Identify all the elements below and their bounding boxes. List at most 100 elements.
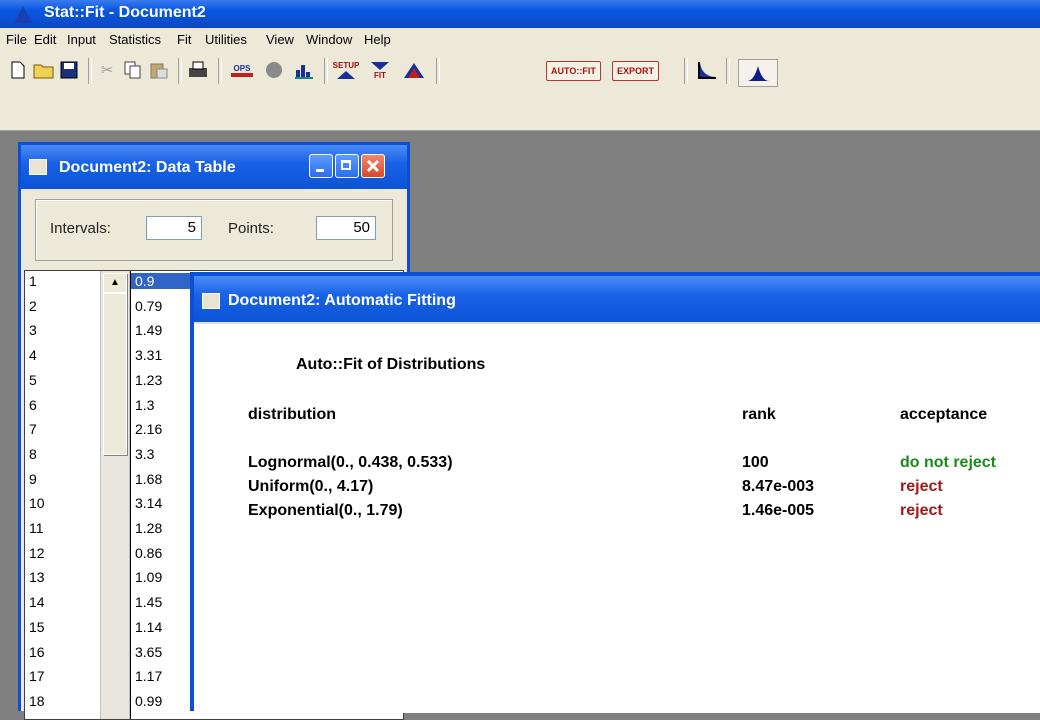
setup-icon[interactable]: SETUP [332,59,360,81]
toolbar-separator [324,58,328,84]
ops-icon[interactable]: OPS [228,59,256,81]
menu-utilities[interactable]: Utilities [205,32,247,47]
intervals-label: Intervals: [50,220,111,237]
menu-help[interactable]: Help [364,32,391,47]
row-value[interactable]: 1.28 [135,520,162,536]
row-index: 11 [29,520,44,536]
menu-edit[interactable]: Edit [34,32,56,47]
result-rank: 100 [742,454,769,471]
row-index: 4 [29,347,37,364]
row-index: 8 [29,445,37,462]
points-input[interactable]: 50 [316,216,376,240]
row-index: 1 [29,273,37,289]
auto-fit-heading: Auto::Fit of Distributions [296,356,486,373]
open-folder-icon[interactable] [32,59,56,81]
row-value[interactable]: 1.17 [135,668,162,684]
intervals-panel: Intervals: 5 Points: 50 [35,199,393,261]
distribution-column-header: distribution [248,406,336,423]
row-value[interactable]: 1.23 [135,372,162,388]
points-label: Points: [228,220,274,237]
minimize-button[interactable] [309,154,333,178]
menu-bar: File Edit Input Statistics Fit Utilities… [0,28,1040,53]
row-value[interactable]: 3.3 [135,446,154,462]
row-index: 14 [29,594,45,611]
setup-label: SETUP [332,60,360,70]
menu-input[interactable]: Input [67,32,96,47]
maximize-button[interactable] [335,154,359,178]
fit-label: FIT [374,70,386,80]
row-value[interactable]: 0.99 [135,693,162,709]
histogram-icon[interactable] [292,59,316,81]
auto-fitting-title: Document2: Automatic Fitting [228,292,456,309]
row-index: 18 [29,692,45,709]
distribution-view-icon[interactable] [738,59,778,87]
row-index: 6 [29,396,37,413]
column-divider [130,271,131,719]
app-title-bar[interactable]: Stat::Fit - Document2 [0,0,1040,28]
result-rank: 1.46e-005 [742,502,815,519]
menu-file[interactable]: File [6,32,27,47]
close-button[interactable] [361,154,385,178]
result-acceptance: reject [900,502,943,519]
print-icon[interactable] [186,59,210,81]
row-index: 13 [29,569,45,586]
toolbar-separator [88,58,92,84]
fit-icon[interactable]: FIT [366,59,394,81]
menu-window[interactable]: Window [306,32,352,47]
result-acceptance: reject [900,478,943,495]
row-index: 5 [29,371,37,388]
app-title: Stat::Fit - Document2 [44,4,206,21]
cut-icon[interactable]: ✂ [96,59,118,81]
decay-curve-icon[interactable] [694,59,720,81]
grey-circle-icon[interactable] [262,59,286,81]
menu-view[interactable]: View [266,32,294,47]
scrollbar-thumb[interactable] [103,293,127,455]
row-index: 17 [29,668,45,685]
row-index: 12 [29,544,45,561]
auto-fit-button[interactable]: AUTO::FIT [546,61,601,81]
row-value[interactable]: 3.14 [135,495,162,511]
row-value[interactable]: 0.79 [135,298,162,314]
row-index: 7 [29,421,37,438]
row-index: 9 [29,470,37,487]
row-value[interactable]: 1.14 [135,619,162,635]
row-value[interactable]: 3.65 [135,644,162,660]
toolbar: ✂ OPS SETUP FIT AUTO::FIT EXPORT [0,52,1040,131]
toolbar-separator [726,58,730,84]
row-index: 16 [29,643,45,660]
app-logo-icon [14,6,32,23]
data-table-title-bar[interactable]: Document2: Data Table [21,145,407,189]
auto-fitting-content: Auto::Fit of Distributions distribution … [194,322,1040,713]
export-button[interactable]: EXPORT [612,61,660,81]
new-file-icon[interactable] [8,59,28,81]
row-value[interactable]: 1.49 [135,322,162,338]
row-index: 3 [29,322,37,339]
row-value[interactable]: 3.31 [135,347,162,363]
mountain-chart-icon[interactable] [400,59,428,81]
row-index: 2 [29,297,37,314]
row-value[interactable]: 1.45 [135,594,162,610]
rank-column-header: rank [742,406,776,423]
result-acceptance: do not reject [900,454,997,471]
save-icon[interactable] [58,59,80,81]
paste-icon[interactable] [148,59,170,81]
menu-statistics[interactable]: Statistics [109,32,161,47]
row-value[interactable]: 1.09 [135,569,162,585]
toolbar-separator [436,58,440,84]
menu-fit[interactable]: Fit [177,32,191,47]
auto-fitting-title-bar[interactable]: Document2: Automatic Fitting [194,276,1040,322]
row-index: 10 [29,495,45,512]
result-rank: 8.47e-003 [742,478,815,495]
scrollbar[interactable]: ▲ [100,271,130,719]
toolbar-separator [684,58,688,84]
copy-icon[interactable] [122,59,144,81]
intervals-input[interactable]: 5 [146,216,202,240]
result-distribution: Exponential(0., 1.79) [248,502,403,519]
toolbar-separator [218,58,222,84]
row-value[interactable]: 1.3 [135,397,154,413]
row-value[interactable]: 1.68 [135,471,162,487]
row-value[interactable]: 2.16 [135,421,162,437]
scroll-up-icon[interactable]: ▲ [103,273,127,293]
row-value[interactable]: 0.86 [135,545,162,561]
window-icon [29,159,47,175]
